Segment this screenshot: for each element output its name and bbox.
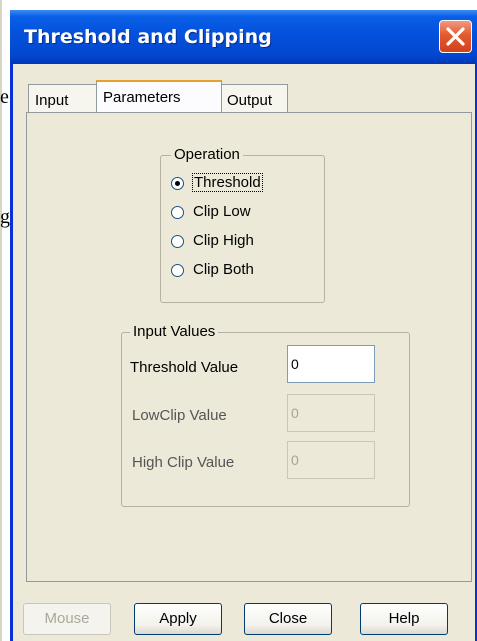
radio-label: Clip High: [193, 232, 254, 249]
operation-groupbox: Operation Threshold Clip Low Clip High C…: [160, 146, 325, 303]
threshold-value-input[interactable]: [287, 345, 375, 383]
radio-button-icon[interactable]: [171, 177, 184, 190]
tab-panel-parameters: Operation Threshold Clip Low Clip High C…: [26, 112, 472, 582]
input-values-legend: Input Values: [130, 323, 219, 340]
radio-button-icon[interactable]: [171, 235, 184, 248]
highclip-value-input[interactable]: [287, 441, 375, 479]
tab-output[interactable]: Output: [220, 84, 288, 112]
close-x-icon: [446, 27, 465, 46]
background-text-fragment: e: [0, 86, 9, 108]
radio-label: Clip Both: [193, 261, 254, 278]
tab-parameters[interactable]: Parameters: [96, 80, 222, 112]
tab-input[interactable]: Input: [28, 84, 98, 112]
title-bar[interactable]: Threshold and Clipping: [10, 10, 477, 64]
tab-label: Parameters: [103, 89, 181, 106]
close-window-button[interactable]: [439, 20, 472, 53]
highclip-value-label: High Clip Value: [132, 454, 235, 471]
help-button[interactable]: Help: [360, 603, 448, 635]
close-button[interactable]: Close: [244, 603, 332, 635]
dialog-client-area: Input Parameters Output Operation Thresh…: [13, 64, 475, 641]
tab-label: Input: [35, 92, 69, 109]
radio-label: Threshold: [192, 173, 263, 192]
input-values-groupbox: Input Values Threshold Value LowClip Val…: [121, 323, 410, 507]
radio-button-icon[interactable]: [171, 206, 184, 219]
radio-button-icon[interactable]: [171, 264, 184, 277]
radio-label: Clip Low: [193, 203, 251, 220]
operation-legend: Operation: [171, 146, 243, 163]
lowclip-value-label: LowClip Value: [132, 407, 227, 424]
window-title: Threshold and Clipping: [24, 26, 272, 48]
lowclip-value-input[interactable]: [287, 394, 375, 432]
threshold-value-label: Threshold Value: [130, 359, 239, 376]
mouse-button[interactable]: Mouse: [23, 603, 111, 635]
apply-button[interactable]: Apply: [134, 603, 222, 635]
dialog-window: Threshold and Clipping Input Parameters …: [10, 10, 477, 641]
background-text-fragment: g: [0, 206, 10, 228]
tab-label: Output: [227, 92, 273, 109]
